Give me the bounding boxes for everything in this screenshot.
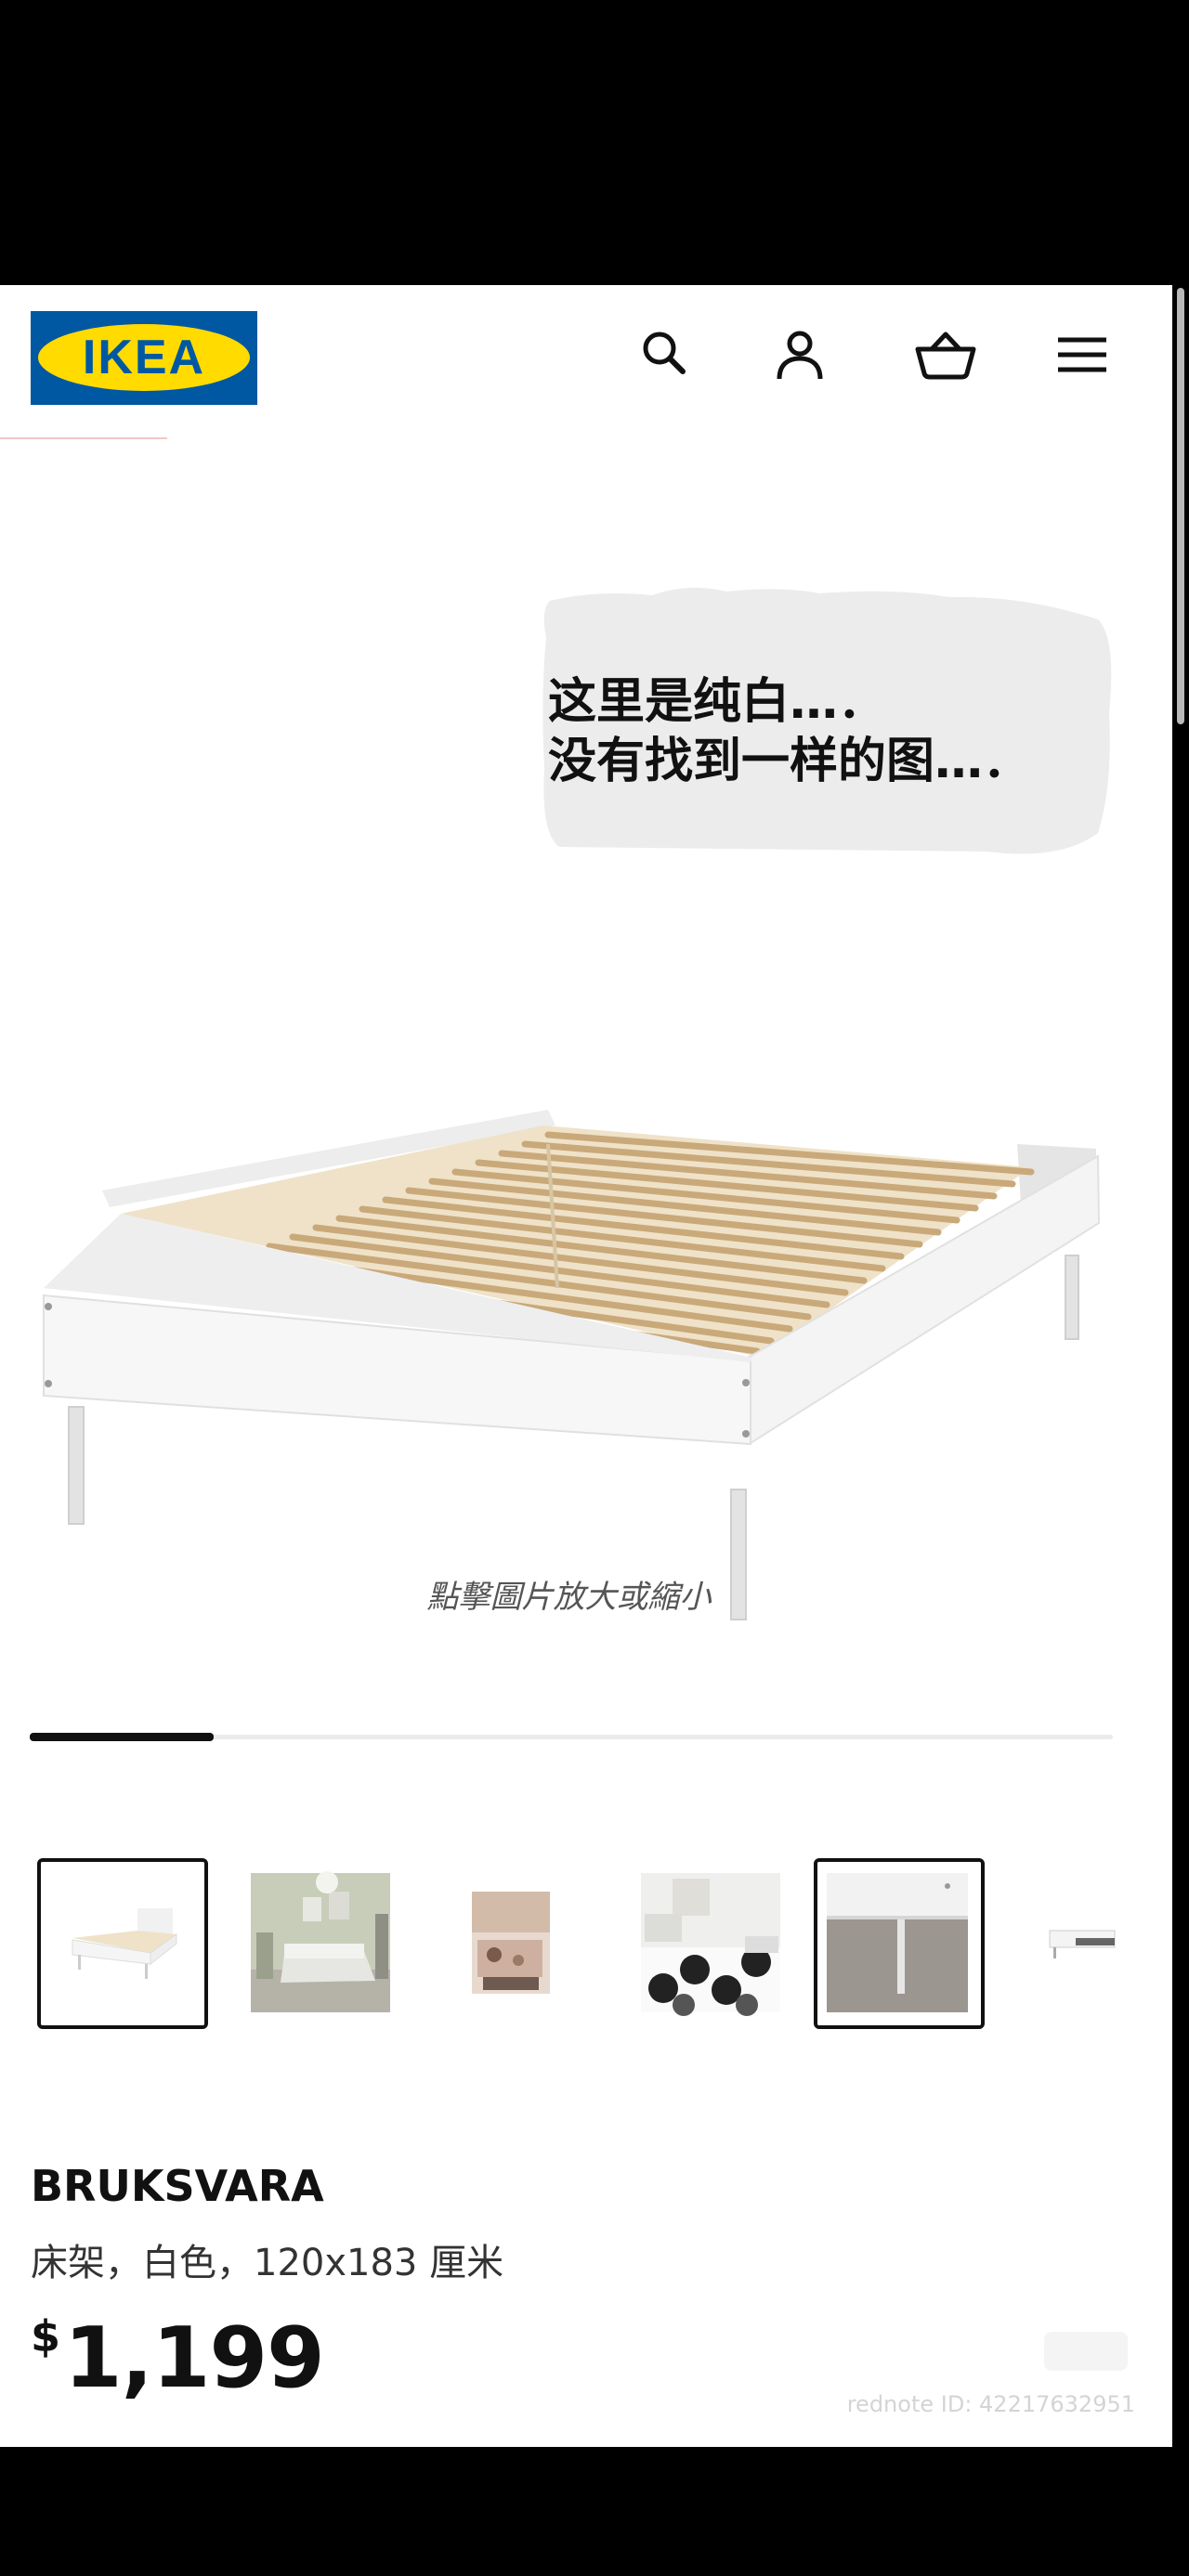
site-header: IKEA: [0, 285, 1172, 439]
user-icon[interactable]: [772, 327, 828, 383]
product-name[interactable]: BRUKSVARA: [31, 2161, 324, 2211]
thumbnail-bed-detail[interactable]: [1022, 1858, 1143, 2029]
menu-icon[interactable]: [1054, 327, 1110, 383]
overlay-note-line-1: 这里是纯白…．: [548, 674, 887, 730]
zoom-hint: 點擊圖片放大或縮小: [426, 1579, 712, 1616]
ikea-logo[interactable]: IKEA: [31, 311, 257, 405]
price-amount: 1,199: [64, 2309, 325, 2407]
overlay-note-text: 这里是纯白…． 没有找到一样的图…．: [548, 672, 1105, 791]
watermark-text: rednote ID: 42217632951: [846, 2391, 1135, 2417]
product-description: 床架，白色，120x183 厘米: [31, 2242, 504, 2284]
logo-wordmark: IKEA: [82, 331, 206, 384]
thumbnail-bed-front[interactable]: [37, 1858, 208, 2029]
gallery-scroll-track[interactable]: [30, 1733, 1113, 1741]
product-price: $1,199: [31, 2309, 325, 2407]
thumbnail-leg-detail[interactable]: [814, 1858, 985, 2029]
product-page: IKEA 这里是纯白…． 没有找到一样的图…． 點擊圖片放大或縮小 BRUKSV…: [0, 285, 1172, 2447]
thumbnail-bedding-pattern[interactable]: [635, 1858, 806, 2029]
thumbnail-bedroom-scene[interactable]: [243, 1858, 414, 2029]
thumbnail-strip: [37, 1858, 1152, 2036]
price-currency: $: [31, 2311, 61, 2361]
nav-indicator: [0, 437, 167, 439]
overlay-note-line-2: 没有找到一样的图…．: [548, 734, 1032, 789]
watermark-badge: [1044, 2332, 1128, 2371]
basket-icon[interactable]: [913, 327, 978, 383]
search-icon[interactable]: [636, 325, 692, 381]
page-scrollbar[interactable]: [1177, 288, 1184, 724]
thumbnail-kids-room[interactable]: [450, 1858, 621, 2029]
gallery-scroll-indicator: [30, 1733, 215, 1741]
